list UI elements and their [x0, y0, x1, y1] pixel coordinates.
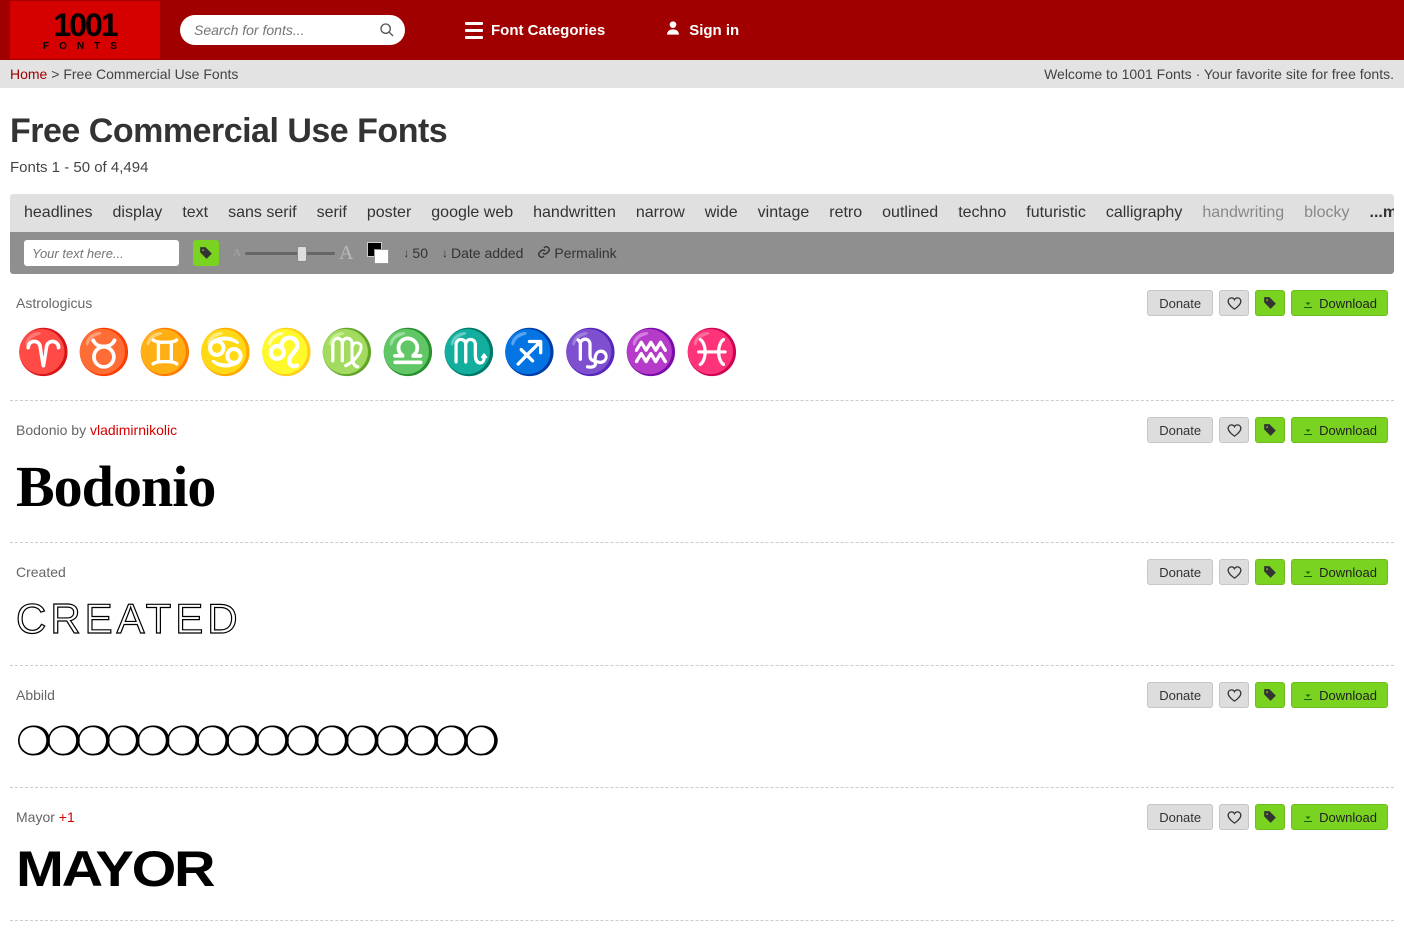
- size-slider[interactable]: A A: [233, 242, 353, 265]
- favorite-button[interactable]: [1219, 682, 1249, 708]
- filter-tab-handwriting[interactable]: handwriting: [1202, 204, 1284, 222]
- author-link[interactable]: vladimirnikolic: [90, 422, 177, 438]
- filter-tab-narrow[interactable]: narrow: [636, 204, 685, 222]
- font-item: Astrologicus Donate Download ♈♉♊♋♌♍♎♏♐♑♒♓: [10, 274, 1394, 401]
- tags-button[interactable]: [193, 240, 219, 266]
- download-button[interactable]: Download: [1291, 290, 1388, 316]
- filter-tab-sans-serif[interactable]: sans serif: [228, 204, 296, 222]
- filter-tab-display[interactable]: display: [113, 204, 163, 222]
- welcome-text: Welcome to 1001 Fonts · Your favorite si…: [1044, 66, 1394, 82]
- sort-selector[interactable]: ↓Date added: [442, 245, 523, 261]
- font-title[interactable]: Abbild: [16, 687, 55, 703]
- filter-more[interactable]: ...more: [1370, 204, 1395, 222]
- search-input[interactable]: [180, 15, 405, 45]
- breadcrumb-home[interactable]: Home: [10, 66, 47, 82]
- filter-tab-futuristic[interactable]: futuristic: [1026, 204, 1086, 222]
- filter-tab-vintage[interactable]: vintage: [758, 204, 810, 222]
- color-picker[interactable]: [367, 242, 389, 264]
- favorite-button[interactable]: [1219, 290, 1249, 316]
- link-icon: [537, 245, 551, 262]
- filter-tab-wide[interactable]: wide: [705, 204, 738, 222]
- font-title[interactable]: Astrologicus: [16, 295, 92, 311]
- download-button[interactable]: Download: [1291, 682, 1388, 708]
- tag-button[interactable]: [1255, 290, 1285, 316]
- permalink-link[interactable]: Permalink: [537, 245, 616, 262]
- font-preview[interactable]: ❍❍❍❍❍❍❍❍❍❍❍❍❍❍❍❍: [16, 718, 1388, 765]
- font-title[interactable]: Mayor: [16, 809, 55, 825]
- donate-button[interactable]: Donate: [1147, 682, 1213, 708]
- font-categories-menu[interactable]: Font Categories: [465, 22, 605, 39]
- font-item: Mayor +1DonateDownloadMAYOR: [10, 788, 1394, 921]
- search-icon[interactable]: [379, 22, 395, 43]
- filter-tab-handwritten[interactable]: handwritten: [533, 204, 616, 222]
- filter-tab-retro[interactable]: retro: [829, 204, 862, 222]
- filter-tab-outlined[interactable]: outlined: [882, 204, 938, 222]
- down-arrow-icon: ↓: [403, 246, 409, 260]
- filter-tab-techno[interactable]: techno: [958, 204, 1006, 222]
- filter-tab-google-web[interactable]: google web: [431, 204, 513, 222]
- top-bar: 1001 FONTS Font Categories Sign in: [0, 0, 1404, 60]
- font-preview[interactable]: CREATED: [16, 595, 1388, 643]
- filter-tab-blocky[interactable]: blocky: [1304, 204, 1349, 222]
- font-item: Bodonio by vladimirnikolicDonateDownload…: [10, 401, 1394, 543]
- toolbar: A A ↓50 ↓Date added Permalink: [10, 232, 1394, 274]
- page-title: Free Commercial Use Fonts: [10, 112, 1394, 151]
- tag-button[interactable]: [1255, 417, 1285, 443]
- font-preview[interactable]: MAYOR: [16, 840, 1404, 898]
- font-title[interactable]: Bodonio: [16, 422, 67, 438]
- font-categories-label: Font Categories: [491, 22, 605, 39]
- download-button[interactable]: Download: [1291, 559, 1388, 585]
- download-button[interactable]: Download: [1291, 417, 1388, 443]
- filter-tab-poster[interactable]: poster: [367, 204, 411, 222]
- result-count: Fonts 1 - 50 of 4,494: [10, 159, 1394, 176]
- breadcrumb-current: Free Commercial Use Fonts: [63, 66, 238, 82]
- font-preview[interactable]: ♈♉♊♋♌♍♎♏♐♑♒♓: [16, 326, 1388, 378]
- slider-thumb[interactable]: [297, 246, 307, 262]
- signin-link[interactable]: Sign in: [665, 19, 739, 41]
- preview-text-input[interactable]: [24, 240, 179, 266]
- font-preview[interactable]: Bodonio: [16, 453, 1388, 520]
- font-list: Astrologicus Donate Download ♈♉♊♋♌♍♎♏♐♑♒♓ Bo…: [10, 274, 1394, 921]
- filter-tab-headlines[interactable]: headlines: [24, 204, 93, 222]
- user-icon: [665, 19, 681, 41]
- hamburger-icon: [465, 22, 483, 39]
- tag-button[interactable]: [1255, 682, 1285, 708]
- donate-button[interactable]: Donate: [1147, 804, 1213, 830]
- download-button[interactable]: Download: [1291, 804, 1388, 830]
- donate-button[interactable]: Donate: [1147, 559, 1213, 585]
- breadcrumb-bar: Home > Free Commercial Use Fonts Welcome…: [0, 60, 1404, 88]
- per-page-selector[interactable]: ↓50: [403, 245, 428, 261]
- filter-tab-text[interactable]: text: [182, 204, 208, 222]
- filter-tabs: headlines display text sans serif serif poste…: [10, 194, 1394, 232]
- variant-count[interactable]: +1: [55, 809, 75, 825]
- size-large-icon: A: [339, 242, 353, 265]
- filter-tab-calligraphy[interactable]: calligraphy: [1106, 204, 1182, 222]
- donate-button[interactable]: Donate: [1147, 290, 1213, 316]
- slider-track[interactable]: [245, 252, 335, 255]
- font-item: Created Donate Download CREATED: [10, 543, 1394, 666]
- site-logo[interactable]: 1001 FONTS: [10, 1, 160, 59]
- favorite-button[interactable]: [1219, 804, 1249, 830]
- search-wrap: [180, 15, 405, 45]
- favorite-button[interactable]: [1219, 559, 1249, 585]
- tag-button[interactable]: [1255, 804, 1285, 830]
- font-item: Abbild Donate Download ❍❍❍❍❍❍❍❍❍❍❍❍❍❍❍❍: [10, 666, 1394, 788]
- donate-button[interactable]: Donate: [1147, 417, 1213, 443]
- favorite-button[interactable]: [1219, 417, 1249, 443]
- breadcrumb: Home > Free Commercial Use Fonts: [10, 66, 238, 82]
- size-small-icon: A: [233, 247, 241, 259]
- font-title[interactable]: Created: [16, 564, 66, 580]
- filter-tab-serif[interactable]: serif: [317, 204, 347, 222]
- signin-label: Sign in: [689, 22, 739, 39]
- down-arrow-icon: ↓: [442, 246, 448, 260]
- tag-button[interactable]: [1255, 559, 1285, 585]
